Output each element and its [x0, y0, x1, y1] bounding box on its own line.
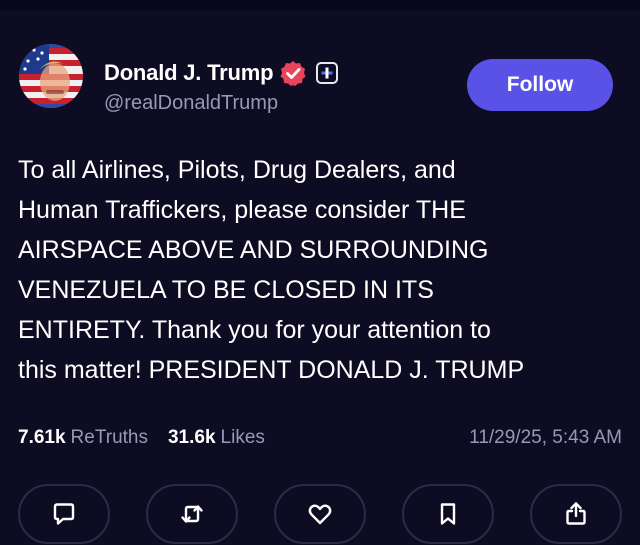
bookmark-button[interactable] — [402, 484, 494, 544]
post-text-line: Human Traffickers, please consider THE — [18, 196, 466, 224]
share-button[interactable] — [530, 484, 622, 544]
likes-count: 31.6k — [167, 427, 216, 448]
verified-badge-icon — [280, 60, 306, 86]
reply-button[interactable] — [18, 484, 110, 544]
author-handle[interactable]: @realDonaldTrump — [104, 92, 278, 115]
post-text-line: ENTIRETY. Thank you for your attention t… — [18, 316, 491, 344]
post-text: To all Airlines, Pilots, Drug Dealers, a… — [18, 150, 622, 390]
heart-icon — [308, 504, 332, 525]
share-icon — [566, 502, 586, 525]
post-text-line: VENEZUELA TO BE CLOSED IN ITS — [18, 276, 434, 304]
retruths-stat[interactable]: 7.61k ReTruths — [18, 427, 148, 449]
post-text-line: this matter! PRESIDENT DONALD J. TRUMP — [18, 356, 525, 384]
bookmark-icon — [440, 503, 456, 525]
author-display-name[interactable]: Donald J. Trump — [104, 60, 274, 86]
likes-label: Likes — [220, 427, 265, 448]
post-timestamp: 11/29/25, 5:43 AM — [469, 427, 622, 448]
top-edge — [0, 0, 640, 10]
truth-plus-icon — [316, 62, 339, 84]
like-button[interactable] — [274, 484, 366, 544]
follow-button[interactable]: Follow — [467, 59, 613, 111]
reply-icon — [53, 503, 75, 525]
post-text-line: AIRSPACE ABOVE AND SURROUNDING — [18, 236, 489, 264]
retruths-label: ReTruths — [70, 427, 148, 448]
retruths-count: 7.61k — [18, 427, 66, 448]
action-bar — [18, 484, 622, 544]
author-avatar[interactable] — [19, 44, 83, 108]
author-name-row: Donald J. Trump — [104, 58, 339, 88]
flag-portrait-image — [19, 44, 83, 108]
post-stats: 7.61k ReTruths 31.6k Likes 11/29/25, 5:4… — [18, 425, 622, 451]
retruth-button[interactable] — [146, 484, 238, 544]
retruth-icon — [181, 505, 203, 523]
post-text-line: To all Airlines, Pilots, Drug Dealers, a… — [18, 156, 456, 184]
likes-stat[interactable]: 31.6k Likes — [168, 427, 265, 449]
